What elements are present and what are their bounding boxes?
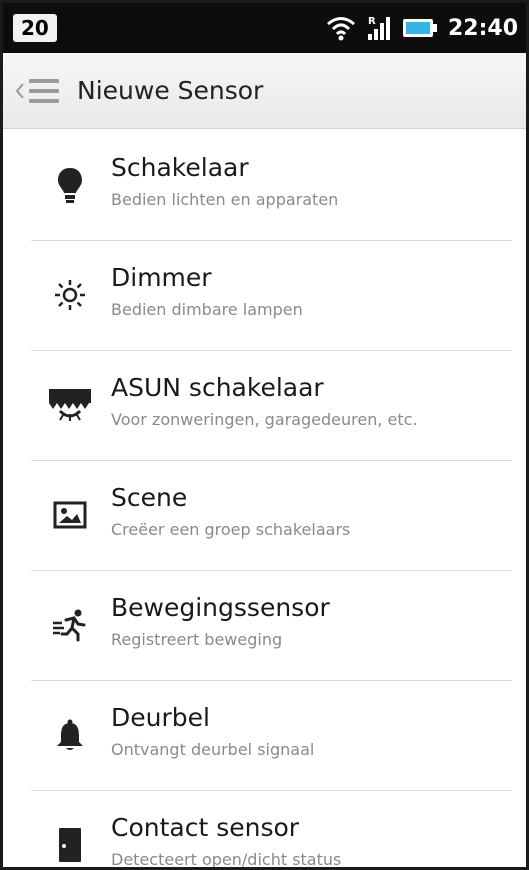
running-person-icon [47,602,93,648]
clock-time: 22:40 [447,15,518,41]
wifi-icon [326,15,356,41]
item-title: Contact sensor [111,813,300,842]
item-subtitle: Bedien dimbare lampen [111,300,303,319]
bell-icon [47,712,93,758]
item-title: Deurbel [111,703,210,732]
item-subtitle: Registreert beweging [111,630,283,649]
item-subtitle: Ontvangt deurbel signaal [111,740,315,759]
item-subtitle: Creëer een groep schakelaars [111,520,351,539]
list-item-deurbel[interactable]: Deurbel Ontvangt deurbel signaal [3,680,526,790]
list-item-scene[interactable]: Scene Creëer een groep schakelaars [3,460,526,570]
list-item-schakelaar[interactable]: Schakelaar Bedien lichten en apparaten [3,130,526,240]
item-subtitle: Voor zonweringen, garagedeuren, etc. [111,410,418,429]
sun-icon [47,272,93,318]
item-title: Dimmer [111,263,212,292]
item-subtitle: Detecteert open/dicht status [111,850,342,869]
list-item-contact-sensor[interactable]: Contact sensor Detecteert open/dicht sta… [3,790,526,869]
battery-icon [402,17,438,39]
up-caret-icon[interactable] [15,82,25,100]
action-bar: Nieuwe Sensor [3,53,526,129]
menu-icon[interactable] [29,78,59,103]
awning-icon [47,382,93,428]
lightbulb-icon [47,162,93,208]
status-bar: 20 R 22:40 [3,3,526,53]
door-icon [47,822,93,867]
list-item-asun-schakelaar[interactable]: ASUN schakelaar Voor zonweringen, garage… [3,350,526,460]
signal-icon: R [366,14,392,42]
item-title: ASUN schakelaar [111,373,324,402]
phone-screen: 20 R 22:40 Nieuwe Sensor Schakelaar Bedi… [0,0,529,870]
notification-count: 20 [13,14,57,42]
status-icons: R 22:40 [326,14,518,42]
item-title: Schakelaar [111,153,249,182]
list-item-dimmer[interactable]: Dimmer Bedien dimbare lampen [3,240,526,350]
item-title: Scene [111,483,188,512]
sensor-type-list: Schakelaar Bedien lichten en apparaten D… [3,130,526,869]
item-subtitle: Bedien lichten en apparaten [111,190,339,209]
page-title: Nieuwe Sensor [77,76,264,105]
item-title: Bewegingssensor [111,593,330,622]
roaming-label: R [368,16,376,27]
picture-icon [47,492,93,538]
list-item-bewegingssensor[interactable]: Bewegingssensor Registreert beweging [3,570,526,680]
